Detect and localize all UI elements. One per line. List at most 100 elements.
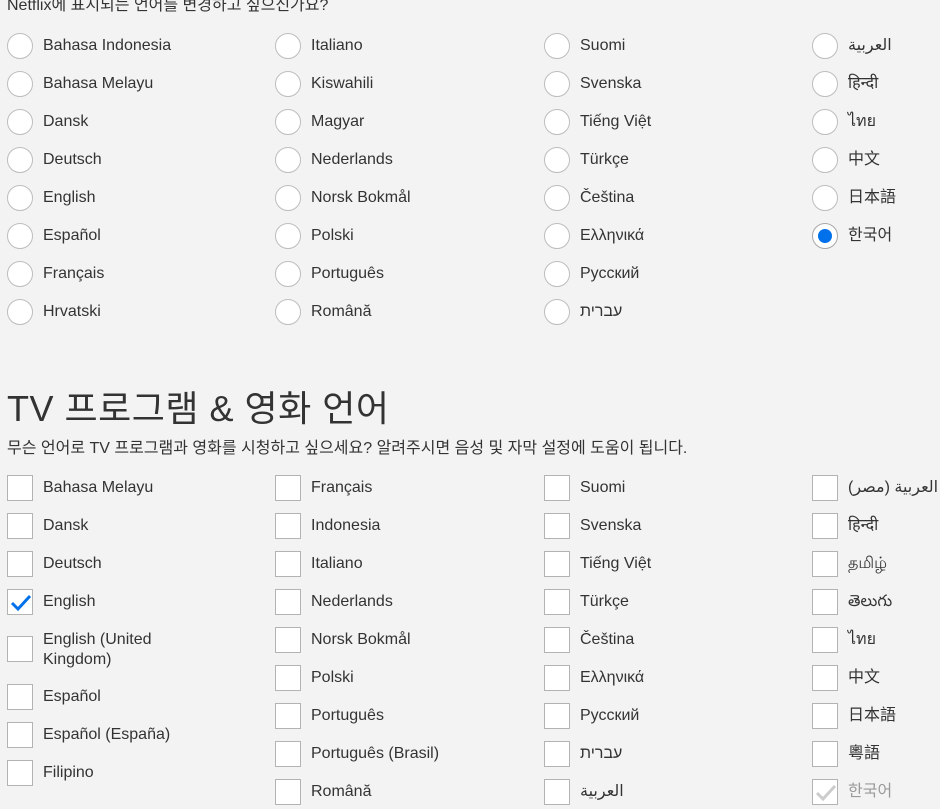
language-checkbox[interactable] (275, 589, 301, 615)
language-label: العربية (580, 783, 624, 800)
language-checkbox[interactable] (544, 665, 570, 691)
language-label: Nederlands (311, 593, 393, 610)
language-label: Tiếng Việt (580, 555, 652, 572)
content-language-option[interactable]: Filipino (7, 760, 94, 786)
content-language-option[interactable]: Nederlands (275, 589, 393, 615)
language-checkbox[interactable] (544, 779, 570, 805)
language-label: Ελληνικά (580, 669, 645, 686)
language-checkbox[interactable] (7, 722, 33, 748)
content-language-option[interactable]: Tiếng Việt (544, 551, 652, 577)
language-label: Polski (311, 669, 354, 686)
language-label: Português (311, 707, 384, 724)
language-label: Filipino (43, 764, 94, 781)
content-language-option[interactable]: Русский (544, 703, 640, 729)
language-checkbox[interactable] (7, 636, 33, 662)
content-language-option[interactable]: தமிழ் (812, 551, 888, 577)
language-label: עברית (580, 745, 623, 762)
content-language-option[interactable]: Indonesia (275, 513, 381, 539)
language-label: Português (Brasil) (311, 745, 440, 762)
language-label: Norsk Bokmål (311, 631, 411, 648)
content-language-option[interactable]: Suomi (544, 475, 626, 501)
content-language-option[interactable]: Română (275, 779, 371, 805)
content-language-option: 한국어 (812, 779, 892, 805)
language-checkbox[interactable] (275, 703, 301, 729)
language-label: Dansk (43, 517, 89, 534)
content-language-option[interactable]: Español (7, 684, 101, 710)
content-language-options: Bahasa Melayu Dansk Deutsch English English … (0, 0, 940, 809)
content-language-option[interactable]: Norsk Bokmål (275, 627, 411, 653)
content-language-option[interactable]: Polski (275, 665, 354, 691)
content-language-option[interactable]: हिन्दी (812, 513, 879, 539)
language-checkbox[interactable] (7, 760, 33, 786)
content-language-option[interactable]: 中文 (812, 665, 881, 691)
content-language-option[interactable]: עברית (544, 741, 623, 767)
language-label: 中文 (848, 669, 881, 686)
language-checkbox[interactable] (7, 513, 33, 539)
content-language-option[interactable]: العربية (مصر) (812, 475, 938, 501)
language-checkbox[interactable] (7, 475, 33, 501)
content-language-option[interactable]: Español (España) (7, 722, 171, 748)
language-label: Suomi (580, 479, 626, 496)
language-checkbox[interactable] (275, 665, 301, 691)
language-checkbox[interactable] (544, 551, 570, 577)
content-language-option[interactable]: Dansk (7, 513, 89, 539)
language-checkbox[interactable] (812, 589, 838, 615)
language-checkbox[interactable] (812, 475, 838, 501)
language-checkbox[interactable] (812, 513, 838, 539)
language-label: 日本語 (848, 707, 897, 724)
language-checkbox[interactable] (544, 627, 570, 653)
language-checkbox[interactable] (812, 665, 838, 691)
content-language-option[interactable]: 日本語 (812, 703, 897, 729)
language-checkbox[interactable] (812, 703, 838, 729)
language-checkbox[interactable] (812, 551, 838, 577)
checkmark-icon (815, 784, 837, 802)
language-checkbox[interactable] (544, 703, 570, 729)
language-label: Bahasa Melayu (43, 479, 154, 496)
content-language-option[interactable]: Français (275, 475, 373, 501)
language-checkbox[interactable] (812, 627, 838, 653)
language-label: தமிழ் (848, 555, 888, 572)
content-language-option[interactable]: English (7, 589, 96, 615)
language-checkbox[interactable] (7, 589, 33, 615)
language-label: Indonesia (311, 517, 381, 534)
content-language-option[interactable]: Português (275, 703, 384, 729)
language-checkbox[interactable] (544, 589, 570, 615)
language-checkbox[interactable] (544, 513, 570, 539)
language-label: Italiano (311, 555, 363, 572)
content-language-option[interactable]: తెలుగు (812, 589, 892, 615)
language-checkbox[interactable] (275, 627, 301, 653)
content-language-option[interactable]: English (United Kingdom) (7, 630, 187, 670)
language-label: Русский (580, 707, 640, 724)
language-label: हिन्दी (848, 517, 879, 534)
language-checkbox[interactable] (275, 513, 301, 539)
language-checkbox[interactable] (7, 551, 33, 577)
content-language-option[interactable]: Svenska (544, 513, 641, 539)
language-checkbox[interactable] (275, 779, 301, 805)
language-checkbox[interactable] (7, 684, 33, 710)
language-checkbox[interactable] (544, 475, 570, 501)
content-language-option[interactable]: Ελληνικά (544, 665, 645, 691)
language-label: Español (43, 688, 101, 705)
language-checkbox[interactable] (275, 475, 301, 501)
language-checkbox[interactable] (812, 741, 838, 767)
language-checkbox (812, 779, 838, 805)
content-language-option[interactable]: Deutsch (7, 551, 102, 577)
content-language-option[interactable]: العربية (544, 779, 624, 805)
content-language-option[interactable]: ไทย (812, 627, 876, 653)
content-language-option[interactable]: Bahasa Melayu (7, 475, 154, 501)
language-checkbox[interactable] (544, 741, 570, 767)
language-label: ไทย (848, 631, 876, 648)
language-checkbox[interactable] (275, 741, 301, 767)
content-language-option[interactable]: Türkçe (544, 589, 629, 615)
content-language-option[interactable]: Português (Brasil) (275, 741, 440, 767)
content-language-option[interactable]: Čeština (544, 627, 635, 653)
language-label: English (United Kingdom) (43, 631, 152, 668)
content-language-option[interactable]: Italiano (275, 551, 363, 577)
content-language-option[interactable]: 粵語 (812, 741, 880, 767)
language-label: Čeština (580, 631, 635, 648)
language-checkbox[interactable] (275, 551, 301, 577)
language-label: English (43, 593, 96, 610)
checkmark-icon (10, 594, 32, 612)
language-label: Español (España) (43, 726, 171, 743)
language-label: Français (311, 479, 373, 496)
